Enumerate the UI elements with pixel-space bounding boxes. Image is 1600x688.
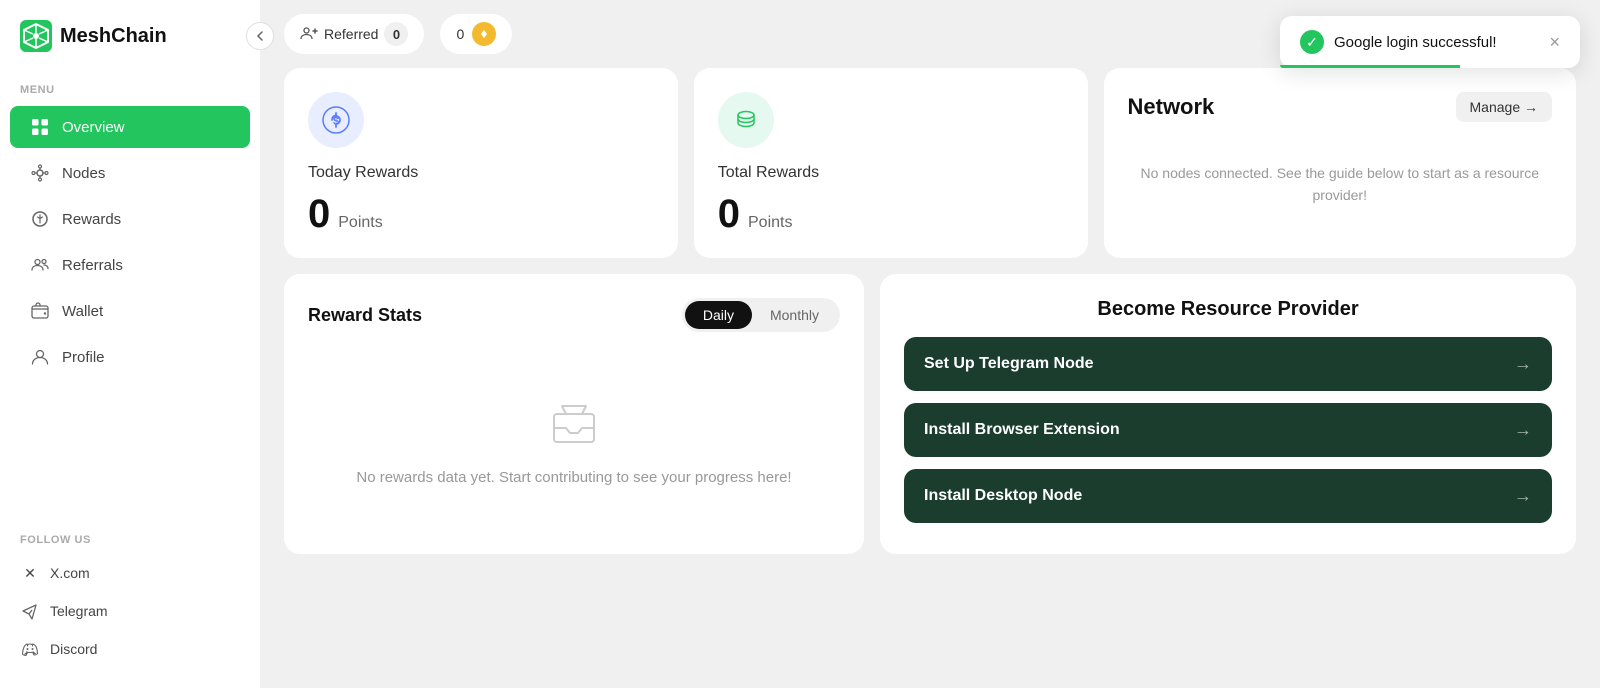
toast-text: Google login successful! bbox=[1334, 34, 1497, 51]
bnb-count: 0 bbox=[456, 26, 464, 42]
sidebar-item-referrals[interactable]: Referrals bbox=[10, 244, 250, 286]
bnb-icon bbox=[472, 22, 496, 46]
reward-stats-card: Reward Stats Daily Monthly No rew bbox=[284, 274, 864, 554]
monthly-toggle[interactable]: Monthly bbox=[752, 301, 837, 329]
sidebar-collapse-button[interactable] bbox=[246, 22, 274, 50]
sidebar-item-overview-label: Overview bbox=[62, 119, 125, 136]
install-desktop-node-button[interactable]: Install Desktop Node bbox=[904, 469, 1552, 523]
referred-icon bbox=[300, 25, 318, 43]
rewards-icon bbox=[30, 209, 50, 229]
telegram-icon bbox=[20, 601, 40, 621]
referrals-icon bbox=[30, 255, 50, 275]
network-empty-text: No nodes connected. See the guide below … bbox=[1128, 142, 1553, 227]
follow-x[interactable]: ✕ X.com bbox=[0, 554, 260, 592]
referred-label: Referred bbox=[324, 26, 378, 42]
sidebar-item-profile[interactable]: Profile bbox=[10, 336, 250, 378]
bottom-row: Reward Stats Daily Monthly No rew bbox=[284, 274, 1576, 554]
sidebar-item-rewards[interactable]: Rewards bbox=[10, 198, 250, 240]
x-icon: ✕ bbox=[20, 563, 40, 583]
menu-section-label: MENU bbox=[0, 68, 260, 104]
follow-discord[interactable]: Discord bbox=[0, 630, 260, 668]
nodes-icon bbox=[30, 163, 50, 183]
today-rewards-number: 0 bbox=[308, 194, 330, 234]
sidebar-item-wallet[interactable]: Wallet bbox=[10, 290, 250, 332]
content-area: $ Today Rewards 0 Points bbox=[260, 68, 1600, 688]
follow-discord-label: Discord bbox=[50, 641, 97, 657]
toast-check-icon: ✓ bbox=[1300, 30, 1324, 54]
daily-toggle[interactable]: Daily bbox=[685, 301, 752, 329]
today-rewards-value-group: 0 Points bbox=[308, 194, 654, 234]
sidebar-item-overview[interactable]: Overview bbox=[10, 106, 250, 148]
stats-empty-state: No rewards data yet. Start contributing … bbox=[308, 352, 840, 530]
stats-header: Reward Stats Daily Monthly bbox=[308, 298, 840, 332]
total-rewards-icon-wrapper bbox=[718, 92, 774, 148]
profile-icon bbox=[30, 347, 50, 367]
toast-progress-bar bbox=[1280, 65, 1460, 68]
sidebar-item-nodes[interactable]: Nodes bbox=[10, 152, 250, 194]
toast-notification: ✓ Google login successful! × bbox=[1280, 16, 1580, 68]
total-rewards-value-group: 0 Points bbox=[718, 194, 1064, 234]
referred-count: 0 bbox=[384, 22, 408, 46]
sidebar-item-nodes-label: Nodes bbox=[62, 165, 105, 182]
stats-empty-text: No rewards data yet. Start contributing … bbox=[356, 466, 791, 490]
manage-button[interactable]: Manage → bbox=[1456, 92, 1552, 122]
meshchain-logo-icon bbox=[20, 20, 52, 52]
total-rewards-label: Total Rewards bbox=[718, 164, 1064, 182]
today-rewards-icon-wrapper: $ bbox=[308, 92, 364, 148]
follow-telegram-label: Telegram bbox=[50, 603, 108, 619]
bnb-pill: 0 bbox=[440, 14, 512, 54]
today-rewards-unit: Points bbox=[338, 214, 382, 232]
cards-row: $ Today Rewards 0 Points bbox=[284, 68, 1576, 258]
logo: MeshChain bbox=[0, 0, 260, 68]
toast-close-button[interactable]: × bbox=[1549, 32, 1560, 53]
referred-pill: Referred 0 bbox=[284, 14, 424, 54]
discord-icon bbox=[20, 639, 40, 659]
svg-text:$: $ bbox=[333, 116, 339, 128]
stats-toggle-group: Daily Monthly bbox=[682, 298, 840, 332]
sidebar-item-profile-label: Profile bbox=[62, 349, 105, 366]
sidebar: MeshChain MENU Overview bbox=[0, 0, 260, 688]
sidebar-item-wallet-label: Wallet bbox=[62, 303, 103, 320]
network-title: Network bbox=[1128, 94, 1215, 120]
total-rewards-card: Total Rewards 0 Points bbox=[694, 68, 1088, 258]
sidebar-item-referrals-label: Referrals bbox=[62, 257, 123, 274]
install-browser-extension-button[interactable]: Install Browser Extension bbox=[904, 403, 1552, 457]
logo-text: MeshChain bbox=[60, 25, 167, 48]
resource-provider-card: Become Resource Provider Set Up Telegram… bbox=[880, 274, 1576, 554]
setup-telegram-button[interactable]: Set Up Telegram Node bbox=[904, 337, 1552, 391]
dollar-circle-icon: $ bbox=[322, 106, 350, 134]
today-rewards-label: Today Rewards bbox=[308, 164, 654, 182]
network-card-header: Network Manage → bbox=[1128, 92, 1553, 122]
follow-section-label: FOLLOW US bbox=[0, 518, 260, 554]
follow-section: FOLLOW US ✕ X.com Telegram Discord bbox=[0, 518, 260, 688]
wallet-icon bbox=[30, 301, 50, 321]
network-card: Network Manage → No nodes connected. See… bbox=[1104, 68, 1577, 258]
empty-inbox-icon bbox=[544, 392, 604, 452]
today-rewards-card: $ Today Rewards 0 Points bbox=[284, 68, 678, 258]
follow-telegram[interactable]: Telegram bbox=[0, 592, 260, 630]
stats-title: Reward Stats bbox=[308, 305, 422, 326]
resource-provider-title: Become Resource Provider bbox=[904, 298, 1552, 321]
total-rewards-unit: Points bbox=[748, 214, 792, 232]
sidebar-item-rewards-label: Rewards bbox=[62, 211, 121, 228]
follow-x-label: X.com bbox=[50, 565, 90, 581]
coins-stack-icon bbox=[732, 106, 760, 134]
grid-icon bbox=[30, 117, 50, 137]
total-rewards-number: 0 bbox=[718, 194, 740, 234]
main-content: Referred 0 0 Hello, Bane bbox=[260, 0, 1600, 688]
